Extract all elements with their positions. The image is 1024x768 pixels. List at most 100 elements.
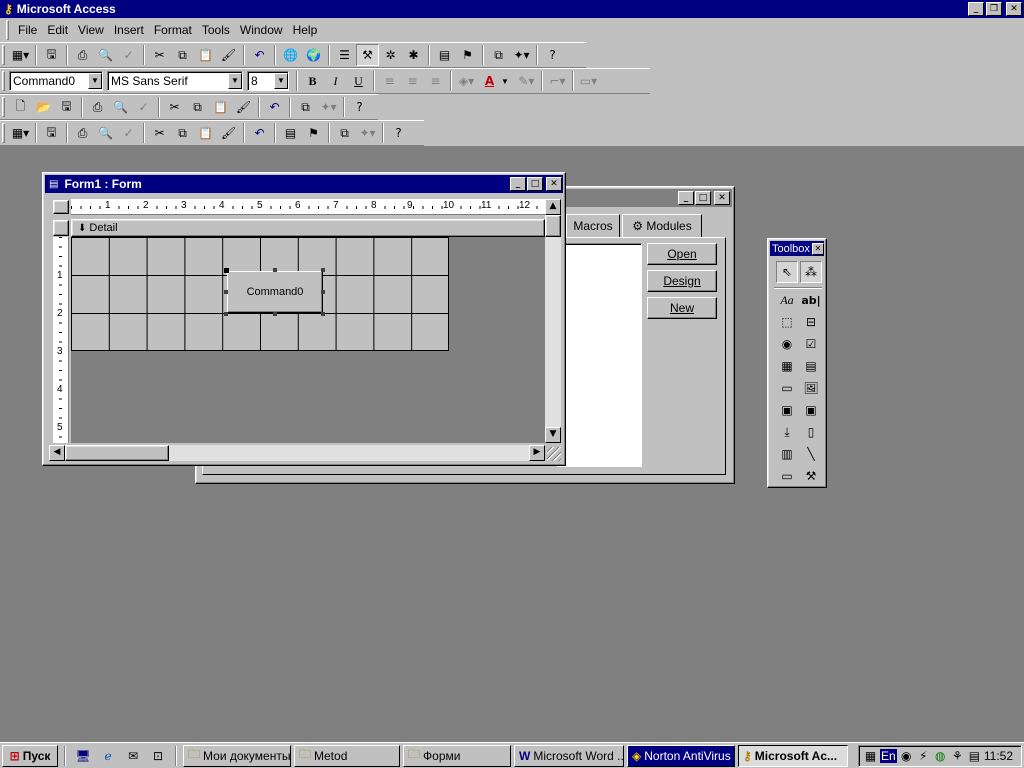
chevron-down-icon[interactable]: ▼: [501, 77, 509, 86]
build-icon[interactable]: ⚑: [302, 122, 325, 144]
line-color-icon[interactable]: ✎▾: [515, 70, 538, 92]
save-icon[interactable]: 🖫: [55, 96, 78, 118]
align-left-icon[interactable]: ≡: [378, 70, 401, 92]
selection-handle[interactable]: [321, 290, 325, 294]
close-button[interactable]: ✕: [714, 191, 730, 205]
view-icon[interactable]: ▦▾: [9, 122, 32, 144]
scroll-down-button[interactable]: ▼: [545, 427, 561, 443]
help-icon[interactable]: ?: [541, 44, 564, 66]
command0-button[interactable]: Command0: [227, 271, 323, 313]
task-word[interactable]: W Microsoft Word ...: [514, 744, 624, 767]
show-desktop-icon[interactable]: 🖥: [72, 745, 94, 767]
spelling-icon[interactable]: ✓: [132, 96, 155, 118]
print-preview-icon[interactable]: 🔍: [94, 122, 117, 144]
paste-icon[interactable]: 📋: [194, 44, 217, 66]
save-icon[interactable]: 🖫: [40, 44, 63, 66]
language-indicator[interactable]: En: [880, 748, 897, 763]
tab-modules[interactable]: ⚙ Modules: [622, 214, 702, 238]
format-painter-icon[interactable]: 🖌: [217, 122, 240, 144]
menu-window[interactable]: Window: [235, 23, 288, 37]
fill-color-icon[interactable]: ◈▾: [455, 70, 478, 92]
align-center-icon[interactable]: ≡: [401, 70, 424, 92]
menu-file[interactable]: File: [13, 23, 42, 37]
cut-icon[interactable]: ✂: [163, 96, 186, 118]
page-break-icon[interactable]: ⤓: [776, 421, 798, 443]
unbound-object-frame-icon[interactable]: ▣: [776, 399, 798, 421]
scroll-left-button[interactable]: ◀: [49, 445, 65, 461]
new-icon[interactable]: 🗋: [9, 96, 32, 118]
undo-icon[interactable]: ↶: [248, 122, 271, 144]
special-effect-icon[interactable]: ▭▾: [577, 70, 600, 92]
option-button-icon[interactable]: ◉: [776, 333, 798, 355]
properties-icon[interactable]: ▤: [433, 44, 456, 66]
selection-handle[interactable]: [224, 312, 228, 316]
control-wizards-icon[interactable]: ⁂: [800, 261, 822, 283]
clock[interactable]: 11:52: [984, 749, 1017, 763]
bold-button[interactable]: B: [301, 70, 324, 92]
menu-edit[interactable]: Edit: [42, 23, 73, 37]
database-window-icon[interactable]: ⧉: [487, 44, 510, 66]
autoformat-icon[interactable]: ✲: [379, 44, 402, 66]
task-norton[interactable]: ◈ Norton AntiVirus: [627, 744, 735, 767]
italic-button[interactable]: I: [324, 70, 347, 92]
new-object-icon[interactable]: ✦▾: [317, 96, 340, 118]
size-grip-icon[interactable]: [547, 447, 561, 461]
open-button[interactable]: Open: [647, 243, 717, 265]
print-icon[interactable]: ⎙: [71, 122, 94, 144]
underline-button[interactable]: U: [347, 70, 370, 92]
new-button[interactable]: New: [647, 297, 717, 319]
antivirus-icon[interactable]: ⚘: [950, 745, 965, 767]
print-preview-icon[interactable]: 🔍: [94, 44, 117, 66]
text-box-icon[interactable]: ab|: [800, 289, 822, 311]
save-icon[interactable]: 🖫: [40, 122, 63, 144]
network-icon[interactable]: ⚡: [916, 745, 931, 767]
help-icon[interactable]: ?: [348, 96, 371, 118]
copy-icon[interactable]: ⧉: [171, 44, 194, 66]
bound-object-frame-icon[interactable]: ▣: [800, 399, 822, 421]
horizontal-ruler[interactable]: 1 2 3 4 5 6 7 8 9 10 11 12: [71, 199, 545, 215]
close-button[interactable]: ✕: [546, 177, 562, 191]
maximize-button[interactable]: □: [527, 177, 543, 191]
help-icon[interactable]: ?: [387, 122, 410, 144]
format-painter-icon[interactable]: 🖌: [217, 44, 240, 66]
toolbox-icon[interactable]: ⚒: [356, 44, 379, 66]
selection-handle[interactable]: [321, 312, 325, 316]
align-right-icon[interactable]: ≡: [424, 70, 447, 92]
scroll-right-button[interactable]: ▶: [529, 445, 545, 461]
detail-section-header[interactable]: ⬇ Detail: [71, 219, 545, 237]
properties-icon[interactable]: ▤: [279, 122, 302, 144]
undo-icon[interactable]: ↶: [248, 44, 271, 66]
horizontal-scrollbar[interactable]: ◀ ▶: [49, 445, 545, 461]
selection-handle[interactable]: [224, 290, 228, 294]
new-object-icon[interactable]: ✦▾: [356, 122, 379, 144]
print-icon[interactable]: ⎙: [86, 96, 109, 118]
channels-icon[interactable]: ⊡: [147, 745, 169, 767]
close-button[interactable]: ✕: [1006, 2, 1022, 16]
paste-icon[interactable]: 📋: [209, 96, 232, 118]
border-width-icon[interactable]: ⌐▾: [546, 70, 569, 92]
select-objects-icon[interactable]: ⇖: [776, 261, 798, 283]
task-metod[interactable]: 🗀 Metod: [294, 744, 400, 767]
new-object-icon[interactable]: ✦▾: [510, 44, 533, 66]
design-button[interactable]: Design: [647, 270, 717, 292]
menu-insert[interactable]: Insert: [109, 23, 149, 37]
undo-icon[interactable]: ↶: [263, 96, 286, 118]
menu-tools[interactable]: Tools: [197, 23, 235, 37]
print-icon[interactable]: ⎙: [71, 44, 94, 66]
minimize-button[interactable]: _: [968, 2, 984, 16]
task-formy[interactable]: 🗀 Форми: [403, 744, 511, 767]
chevron-down-icon[interactable]: ▼: [228, 73, 242, 89]
insert-hyperlink-icon[interactable]: 🌐: [279, 44, 302, 66]
menu-format[interactable]: Format: [149, 23, 197, 37]
selection-handle[interactable]: [321, 268, 325, 272]
code-icon[interactable]: ✱: [402, 44, 425, 66]
internet-explorer-icon[interactable]: ℯ: [97, 745, 119, 767]
command-button-icon[interactable]: ▭: [776, 377, 798, 399]
chevron-down-icon[interactable]: ▼: [274, 73, 288, 89]
combo-box-icon[interactable]: ▦: [776, 355, 798, 377]
rectangle-icon[interactable]: ▭: [776, 465, 798, 487]
vertical-scrollbar[interactable]: ▲ ▼: [545, 199, 561, 443]
image-icon[interactable]: 🖼: [800, 377, 822, 399]
database-window-icon[interactable]: ⧉: [333, 122, 356, 144]
more-controls-icon[interactable]: ⚒: [800, 465, 822, 487]
